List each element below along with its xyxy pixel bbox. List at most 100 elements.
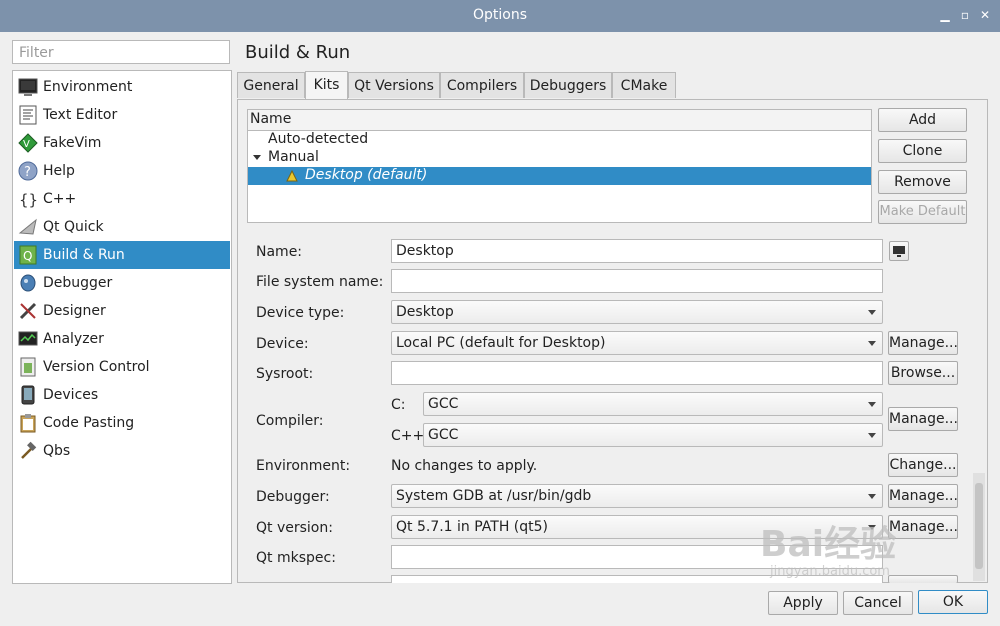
fakevim-icon: V: [18, 133, 38, 153]
category-list[interactable]: Environment Text Editor V FakeVim ? Help…: [12, 70, 232, 584]
code-pasting-icon: [20, 414, 36, 433]
tree-item-desktop-kit[interactable]: Desktop (default): [248, 167, 871, 185]
warning-icon: [286, 170, 298, 182]
tab-compilers[interactable]: Compilers: [440, 72, 524, 98]
designer-icon: [19, 302, 37, 320]
svg-text:{}: {}: [19, 191, 38, 209]
category-build-run[interactable]: Q Build & Run: [14, 241, 230, 269]
scrollbar-thumb[interactable]: [975, 483, 983, 569]
help-icon: ?: [18, 161, 38, 181]
sysroot-browse-button[interactable]: Browse...: [888, 361, 958, 385]
svg-text:V: V: [23, 139, 30, 150]
category-text-editor[interactable]: Text Editor: [14, 101, 230, 129]
svg-text:Q: Q: [23, 249, 32, 263]
c-compiler-combo[interactable]: GCC: [423, 392, 883, 416]
title-bar[interactable]: Options ▁ ▫ ✕: [0, 0, 1000, 32]
tree-group-auto-detected[interactable]: Auto-detected: [248, 131, 871, 149]
chevron-down-icon: [868, 402, 876, 407]
chevron-down-icon: [868, 433, 876, 438]
form-scrollbar[interactable]: [973, 473, 985, 581]
device-type-combo[interactable]: Desktop: [391, 300, 883, 324]
device-manage-button[interactable]: Manage...: [888, 331, 958, 355]
environment-change-button[interactable]: Change...: [888, 453, 958, 477]
watermark-url: jingyan.baidu.com: [770, 564, 890, 579]
file-system-name-label: File system name:: [256, 274, 384, 290]
ok-button[interactable]: OK: [918, 590, 988, 614]
maximize-icon[interactable]: ▫: [958, 8, 972, 22]
compiler-manage-button[interactable]: Manage...: [888, 407, 958, 431]
tree-group-manual[interactable]: Manual: [248, 149, 871, 167]
svg-text:?: ?: [24, 165, 31, 180]
category-help[interactable]: ? Help: [14, 157, 230, 185]
qt-version-label: Qt version:: [256, 520, 333, 536]
cpp-icon: {}: [19, 191, 38, 209]
options-window: Options ▁ ▫ ✕ Environment Text Editor V …: [0, 0, 1000, 626]
text-editor-icon: [19, 105, 37, 125]
category-cpp[interactable]: {} C++: [14, 185, 230, 213]
category-designer[interactable]: Designer: [14, 297, 230, 325]
next-button-partial[interactable]: [888, 575, 958, 583]
debugger-icon: [20, 274, 36, 292]
debugger-label: Debugger:: [256, 489, 330, 505]
filter-input[interactable]: [17, 42, 221, 64]
analyzer-icon: [18, 331, 38, 346]
sysroot-field[interactable]: [391, 361, 883, 385]
category-qt-quick[interactable]: Qt Quick: [14, 213, 230, 241]
category-environment[interactable]: Environment: [14, 73, 230, 101]
qt-mkspec-label: Qt mkspec:: [256, 550, 336, 566]
environment-label: Environment:: [256, 458, 351, 474]
name-field[interactable]: Desktop: [391, 239, 883, 263]
category-code-pasting[interactable]: Code Pasting: [14, 409, 230, 437]
build-run-icon: Q: [19, 245, 37, 265]
chevron-down-icon: [868, 341, 876, 346]
close-icon[interactable]: ✕: [978, 8, 992, 22]
debugger-combo[interactable]: System GDB at /usr/bin/gdb: [391, 484, 883, 508]
device-icon-button[interactable]: [889, 241, 909, 261]
compiler-label: Compiler:: [256, 413, 324, 429]
filter-box[interactable]: [12, 40, 230, 64]
category-debugger[interactable]: Debugger: [14, 269, 230, 297]
category-qbs[interactable]: Qbs: [14, 437, 230, 465]
make-default-button[interactable]: Make Default: [878, 200, 967, 224]
sysroot-label: Sysroot:: [256, 366, 314, 382]
add-button[interactable]: Add: [878, 108, 967, 132]
category-analyzer[interactable]: Analyzer: [14, 325, 230, 353]
kits-tree[interactable]: Name Auto-detected Manual Desktop (defau…: [247, 109, 872, 223]
qt-version-manage-button[interactable]: Manage...: [888, 515, 958, 539]
environment-value: No changes to apply.: [391, 458, 538, 474]
cancel-button[interactable]: Cancel: [843, 591, 913, 615]
window-title: Options: [472, 7, 528, 23]
apply-button[interactable]: Apply: [768, 591, 838, 615]
category-fakevim[interactable]: V FakeVim: [14, 129, 230, 157]
device-combo[interactable]: Local PC (default for Desktop): [391, 331, 883, 355]
cpp-compiler-combo[interactable]: GCC: [423, 423, 883, 447]
monitor-icon: [893, 246, 905, 257]
expand-arrow-icon[interactable]: [253, 155, 261, 160]
device-type-label: Device type:: [256, 305, 345, 321]
qbs-icon: [21, 441, 37, 459]
kits-tree-header[interactable]: Name: [248, 110, 871, 131]
watermark: Bai经验: [760, 524, 897, 565]
category-devices[interactable]: Devices: [14, 381, 230, 409]
category-version-control[interactable]: Version Control: [14, 353, 230, 381]
chevron-down-icon: [868, 494, 876, 499]
clone-button[interactable]: Clone: [878, 139, 967, 163]
debugger-manage-button[interactable]: Manage...: [888, 484, 958, 508]
c-compiler-label: C:: [391, 397, 406, 413]
devices-icon: [21, 385, 35, 405]
tab-debuggers[interactable]: Debuggers: [524, 72, 612, 98]
file-system-name-field[interactable]: [391, 269, 883, 293]
minimize-icon[interactable]: ▁: [938, 8, 952, 22]
tab-cmake[interactable]: CMake: [612, 72, 676, 98]
page-title: Build & Run: [245, 42, 351, 63]
tab-general[interactable]: General: [237, 72, 305, 98]
version-control-icon: [20, 357, 36, 377]
environment-icon: [18, 78, 38, 96]
remove-button[interactable]: Remove: [878, 170, 967, 194]
qt-quick-icon: [18, 218, 37, 235]
name-label: Name:: [256, 244, 303, 260]
tab-qt-versions[interactable]: Qt Versions: [348, 72, 440, 98]
device-label: Device:: [256, 336, 309, 352]
chevron-down-icon: [868, 310, 876, 315]
tab-kits[interactable]: Kits: [305, 71, 348, 100]
